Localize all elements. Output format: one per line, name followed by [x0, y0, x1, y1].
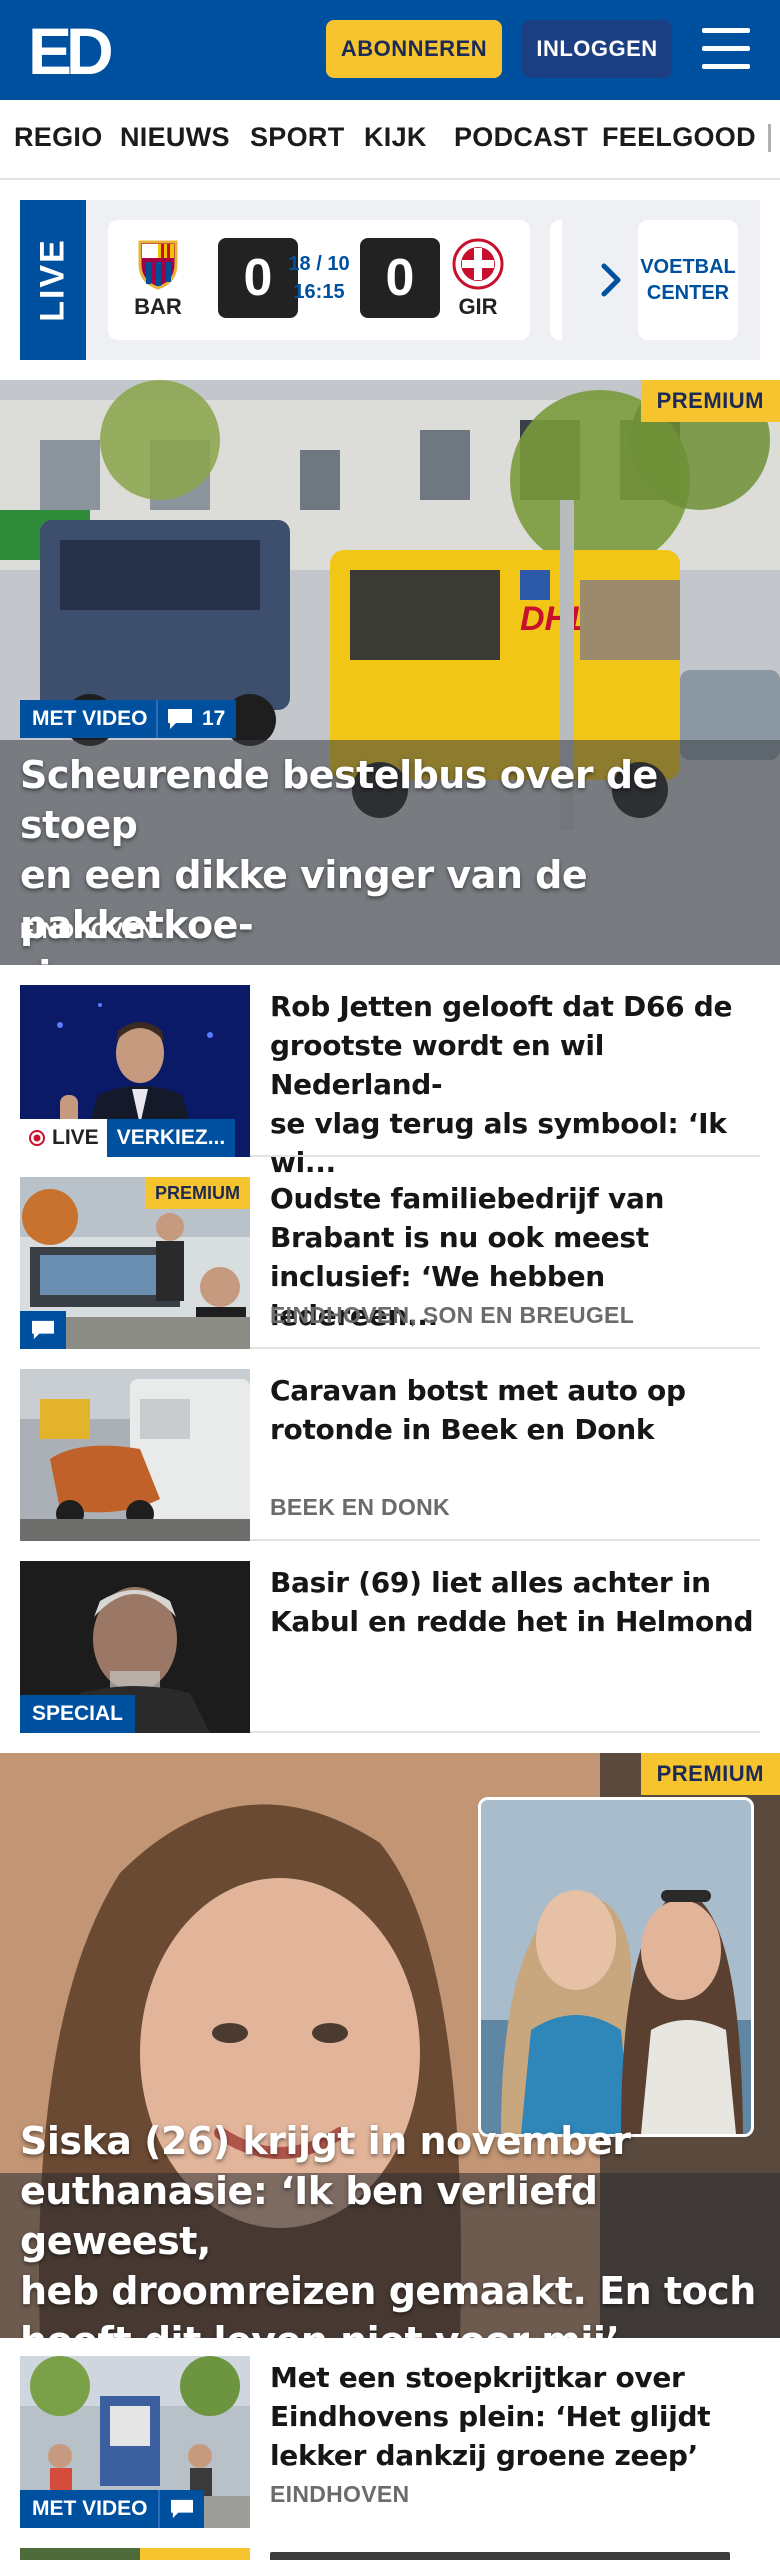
premium-badge: PREMIUM — [145, 1177, 250, 1209]
article-title[interactable]: Basir (69) liet alles achter in Kabul en… — [270, 1563, 760, 1641]
special-badge: SPECIAL — [20, 1695, 136, 1733]
next-match-card-peek[interactable] — [550, 220, 562, 340]
inset-photo — [478, 1797, 754, 2137]
video-badge: MET VIDEO — [20, 2490, 160, 2528]
thumb-image-caravan-crash — [20, 1369, 250, 1541]
comment-count-badge[interactable]: 17 — [156, 700, 236, 738]
away-team-name: GIR — [458, 294, 498, 319]
article-thumbnail: SPECIAL — [20, 1561, 250, 1733]
article-title[interactable]: Rob Jetten gelooft dat D66 de grootste w… — [270, 987, 760, 1182]
article-location: EINDHOVEN, SON EN BREUGEL — [270, 1302, 635, 1328]
comment-chip[interactable] — [158, 2490, 204, 2528]
nav-item-nieuws[interactable]: NIEUWS — [120, 122, 230, 153]
live-scores-bar: LIVE BAR 0 18 / 10 16:15 0 GIR VOETBAL C… — [20, 200, 760, 360]
hero-headline[interactable]: Siska (26) krijgt in november euthanasie… — [20, 2116, 780, 2338]
barcelona-crest-icon — [138, 240, 178, 290]
article-thumbnail: MET VIDEO — [20, 2356, 250, 2528]
girona-crest-icon — [452, 238, 504, 290]
article-thumbnail: LIVE VERKIEZ... — [20, 985, 250, 1157]
chevron-right-icon[interactable] — [590, 258, 634, 302]
article-thumbnail — [20, 1369, 250, 1541]
article-title[interactable]: Caravan botst met auto op rotonde in Bee… — [270, 1371, 760, 1449]
site-header: ED ABONNEREN INLOGGEN — [0, 0, 780, 100]
video-badge: MET VIDEO — [20, 700, 160, 738]
comment-chip[interactable] — [20, 1311, 66, 1349]
hero-location: EINDHOVEN — [20, 918, 156, 943]
nav-item-kijk[interactable]: KIJK — [364, 122, 427, 153]
match-datetime: 18 / 10 16:15 — [288, 253, 350, 303]
svg-text:ED: ED — [28, 22, 111, 78]
nav-item-sport[interactable]: SPORT — [250, 122, 345, 153]
nav-overflow-indicator — [768, 124, 771, 152]
article-thumbnail: PREMIUM — [20, 1177, 250, 1349]
ed-logo[interactable]: ED — [28, 22, 118, 78]
comment-icon — [168, 709, 192, 729]
match-card[interactable]: BAR 0 18 / 10 16:15 0 GIR — [108, 220, 530, 340]
article-caravan[interactable]: Caravan botst met auto op rotonde in Bee… — [20, 1369, 760, 1541]
live-tag: LIVE — [20, 200, 86, 360]
live-dot-icon — [29, 1130, 45, 1146]
premium-badge: PREMIUM — [640, 1753, 780, 1795]
home-team-name: BAR — [134, 294, 182, 319]
section-nav: REGIO NIEUWS SPORT KIJK PODCAST FEELGOOD — [0, 100, 780, 180]
comment-icon — [171, 2499, 193, 2519]
voetbal-center-button[interactable]: VOETBAL CENTER — [638, 220, 738, 340]
hero-article-siska[interactable]: PREMIUM Siska (26) krijgt in november eu… — [0, 1753, 780, 2338]
next-article-premium-peek — [140, 2548, 250, 2560]
article-location: EINDHOVEN — [270, 2481, 410, 2507]
article-stoepkrijtkar[interactable]: MET VIDEO Met een stoepkrijtkar over Ein… — [20, 2356, 760, 2528]
hero-article-bestelbus[interactable]: DHL PREMIUM MET VIDEO 17 Scheurende best… — [0, 380, 780, 965]
article-location: BEEK EN DONK — [270, 1494, 450, 1520]
article-rob-jetten[interactable]: LIVE VERKIEZ... Rob Jetten gelooft dat D… — [20, 985, 760, 1179]
next-article-title-peek[interactable] — [270, 2546, 740, 2560]
svg-text:DHL: DHL — [520, 600, 590, 638]
subscribe-button[interactable]: ABONNEREN — [326, 20, 502, 78]
login-button[interactable]: INLOGGEN — [522, 20, 672, 78]
nav-item-feelgood[interactable]: FEELGOOD — [602, 122, 756, 153]
article-basir[interactable]: SPECIAL Basir (69) liet alles achter in … — [20, 1561, 760, 1733]
nav-item-regio[interactable]: REGIO — [14, 122, 103, 153]
comment-icon — [32, 1320, 54, 1340]
live-chip: LIVE VERKIEZ... — [20, 1119, 236, 1157]
inset-image-two-women — [481, 1800, 751, 2134]
article-familiebedrijf[interactable]: PREMIUM Oudste familiebedrijf van Braban… — [20, 1177, 760, 1349]
nav-item-podcast[interactable]: PODCAST — [454, 122, 588, 153]
away-score: 0 — [360, 238, 440, 318]
premium-badge: PREMIUM — [640, 380, 780, 422]
article-title[interactable]: Met een stoepkrijtkar over Eindhovens pl… — [270, 2358, 760, 2475]
hamburger-menu-icon[interactable] — [700, 26, 752, 72]
